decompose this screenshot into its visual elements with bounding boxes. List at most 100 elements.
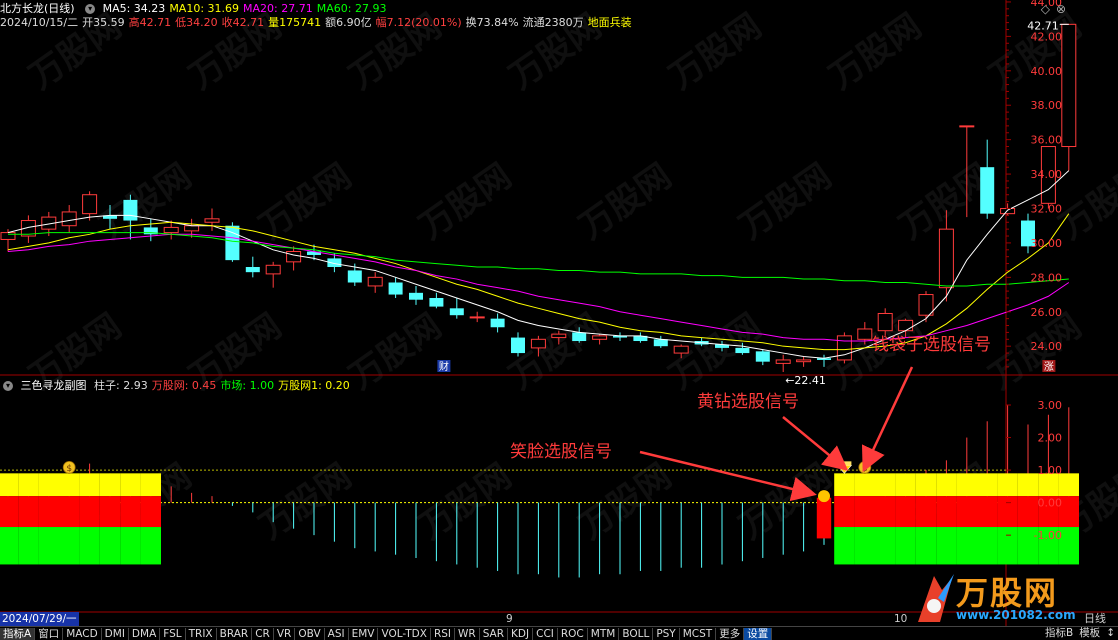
candle-body-up[interactable] xyxy=(82,194,98,215)
signal-block[interactable] xyxy=(1017,473,1039,497)
candle-body-up[interactable] xyxy=(898,319,914,332)
chart-canvas[interactable]: 万股网 万股网 万股网 万股网 万股网 万股网 万股网万股网 万股网 万股网 万股网 万股网 万股网万… xyxy=(0,0,1118,639)
candle-body-down[interactable] xyxy=(980,167,995,214)
indicator-name[interactable]: 三色寻龙副图 xyxy=(21,379,87,392)
signal-block[interactable] xyxy=(956,496,977,528)
candle-body-down[interactable] xyxy=(572,332,587,342)
signal-block[interactable] xyxy=(875,473,896,497)
candle-body-up[interactable] xyxy=(836,335,852,361)
signal-block[interactable] xyxy=(99,527,121,565)
signal-block[interactable] xyxy=(956,473,977,497)
signal-block[interactable] xyxy=(936,473,957,497)
signal-block[interactable] xyxy=(997,527,1018,565)
candle-body-up[interactable] xyxy=(184,225,200,232)
indicator-menu-icon[interactable]: ▾ xyxy=(3,381,13,391)
candle-body-up[interactable] xyxy=(530,338,546,349)
indicator-tab[interactable]: TRIX xyxy=(186,628,217,640)
signal-block[interactable] xyxy=(936,527,957,565)
signal-block[interactable] xyxy=(854,527,875,565)
signal-block[interactable] xyxy=(140,473,161,497)
indicator-tab[interactable]: DMI xyxy=(102,628,129,640)
indicator-tab[interactable]: DMA xyxy=(129,628,161,640)
indicator-tab[interactable]: MTM xyxy=(588,628,620,640)
signal-block[interactable] xyxy=(895,496,916,528)
signal-block[interactable] xyxy=(120,496,141,528)
signal-block[interactable] xyxy=(895,473,916,497)
stock-name[interactable]: 北方长龙(日线) xyxy=(0,2,75,15)
indicator-tab[interactable]: KDJ xyxy=(508,628,534,640)
candle-body-down[interactable] xyxy=(123,199,138,221)
candle-body-down[interactable] xyxy=(409,292,423,300)
indicator-tab[interactable]: SAR xyxy=(480,628,509,640)
signal-block[interactable] xyxy=(140,527,161,565)
indicator-tab[interactable]: OBV xyxy=(295,628,325,640)
close-icon[interactable]: ⊗ xyxy=(1056,2,1072,16)
candle-body-up[interactable] xyxy=(0,232,16,240)
signal-block[interactable] xyxy=(18,496,39,528)
candle-body-up[interactable] xyxy=(877,312,893,332)
signal-block[interactable] xyxy=(834,496,855,528)
settings-dot-icon[interactable]: ▾ xyxy=(85,4,96,14)
signal-block[interactable] xyxy=(977,473,998,497)
signal-block[interactable] xyxy=(875,496,896,528)
signal-block[interactable] xyxy=(0,496,19,528)
indicator-tab[interactable]: 窗口 xyxy=(35,628,64,640)
signal-block[interactable] xyxy=(915,473,937,497)
signal-block[interactable] xyxy=(59,527,80,565)
candle-body-up[interactable] xyxy=(1000,207,1016,215)
indicator-tab[interactable]: VOL-TDX xyxy=(378,628,431,640)
candle-body-down[interactable] xyxy=(511,337,525,354)
candle-body-up[interactable] xyxy=(551,333,567,339)
indicator-tab[interactable]: 更多 xyxy=(716,628,745,640)
signal-block[interactable] xyxy=(79,473,100,497)
signal-block[interactable] xyxy=(854,496,875,528)
signal-block[interactable] xyxy=(59,473,80,497)
candle-body-down[interactable] xyxy=(388,282,403,295)
candle-body-down[interactable] xyxy=(449,308,464,316)
indicator-tab[interactable]: EMV xyxy=(349,628,379,640)
candle-body-up[interactable] xyxy=(265,264,281,275)
indicator-tab[interactable]: BRAR xyxy=(217,628,253,640)
right-tab[interactable]: ↕ xyxy=(1103,627,1118,640)
signal-block[interactable] xyxy=(79,496,100,528)
candle-body-down[interactable] xyxy=(245,267,260,273)
indicator-tab[interactable]: ASI xyxy=(325,628,349,640)
candle-body-down[interactable] xyxy=(429,297,444,307)
signal-block[interactable] xyxy=(997,496,1018,528)
indicator-tab[interactable]: 设置 xyxy=(744,628,773,640)
candle-body-up[interactable] xyxy=(857,328,873,340)
signal-block[interactable] xyxy=(834,527,855,565)
indicator-tab[interactable]: ROC xyxy=(558,628,588,640)
indicator-tab[interactable]: VR xyxy=(274,628,296,640)
candle-body-up[interactable] xyxy=(796,359,812,363)
candle-body-up[interactable] xyxy=(163,226,179,234)
signal-block[interactable] xyxy=(875,527,896,565)
signal-block[interactable] xyxy=(816,497,832,539)
signal-block[interactable] xyxy=(1017,496,1039,528)
signal-block[interactable] xyxy=(956,527,977,565)
candle-body-up[interactable] xyxy=(204,218,220,223)
signal-block[interactable] xyxy=(977,496,998,528)
signal-block[interactable] xyxy=(915,496,937,528)
signal-block[interactable] xyxy=(99,473,121,497)
signal-block[interactable] xyxy=(834,473,855,497)
signal-block[interactable] xyxy=(120,473,141,497)
signal-block[interactable] xyxy=(38,496,59,528)
indicator-tab[interactable]: FSL xyxy=(160,628,186,640)
diamond-icon[interactable]: ◇ xyxy=(1041,2,1056,16)
signal-block[interactable] xyxy=(997,473,1018,497)
signal-block[interactable] xyxy=(0,527,19,565)
candle-body-up[interactable] xyxy=(367,276,383,287)
signal-block[interactable] xyxy=(915,527,937,565)
signal-block[interactable] xyxy=(18,527,39,565)
candle-body-up[interactable] xyxy=(673,345,689,354)
candle-body-up[interactable] xyxy=(1061,23,1077,148)
candle-body-up[interactable] xyxy=(918,294,934,316)
indicator-tab[interactable]: BOLL xyxy=(619,628,654,640)
indicator-tab[interactable]: 指标A xyxy=(0,628,36,640)
candle-body-up[interactable] xyxy=(592,335,608,340)
signal-block[interactable] xyxy=(0,473,19,497)
signal-block[interactable] xyxy=(936,496,957,528)
signal-block[interactable] xyxy=(38,473,59,497)
candle-body-down[interactable] xyxy=(347,270,362,283)
